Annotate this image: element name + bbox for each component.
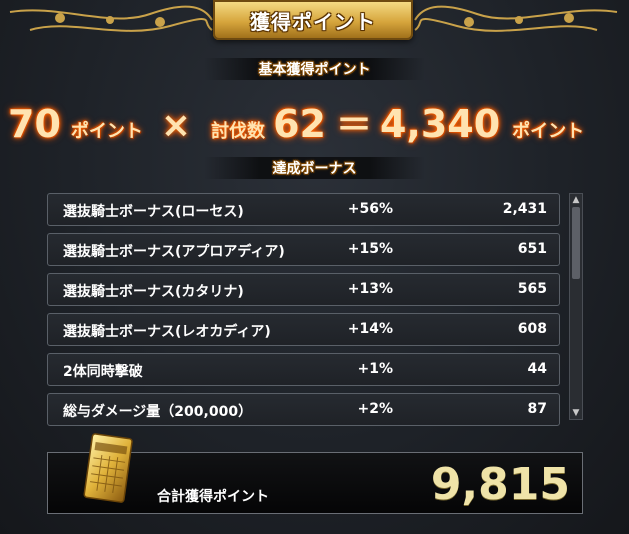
bonus-percent: +15% bbox=[347, 241, 393, 257]
total-points-label: 合計獲得ポイント bbox=[157, 489, 269, 505]
multiply-sign: × bbox=[160, 105, 192, 146]
kills-count: 62 bbox=[273, 102, 326, 146]
equals-sign: ＝ bbox=[335, 105, 372, 146]
bonus-scrollbar[interactable]: ▲ ▼ bbox=[569, 193, 583, 420]
points-formula: 70 ポイント × 討伐数 62 ＝ 4,340 ポイント bbox=[8, 96, 623, 146]
points-unit: ポイント bbox=[70, 121, 143, 142]
bonus-value: 651 bbox=[517, 241, 547, 257]
total-points-value: 9,815 bbox=[430, 459, 570, 510]
bonus-row: 選抜騎士ボーナス(アプロアディア) +15% 651 bbox=[47, 233, 560, 266]
bonus-value: 2,431 bbox=[502, 201, 547, 217]
bonus-label: 選抜騎士ボーナス(アプロアディア) bbox=[63, 244, 285, 260]
bonus-percent: +14% bbox=[347, 321, 393, 337]
bonus-value: 87 bbox=[527, 401, 547, 417]
bonus-row: 選抜騎士ボーナス(カタリナ) +13% 565 bbox=[47, 273, 560, 306]
bonus-label: 選抜騎士ボーナス(カタリナ) bbox=[63, 284, 244, 300]
bonus-list[interactable]: 選抜騎士ボーナス(ローセス) +56% 2,431 選抜騎士ボーナス(アプロアデ… bbox=[47, 193, 560, 433]
gold-point-card-icon bbox=[83, 433, 133, 503]
bonus-value: 44 bbox=[527, 361, 547, 377]
bonus-percent: +2% bbox=[357, 401, 394, 417]
bonus-label: 総与ダメージ量（200,000） bbox=[63, 404, 253, 420]
title-banner: 獲得ポイント bbox=[213, 0, 413, 40]
scroll-thumb[interactable] bbox=[572, 207, 580, 279]
bonus-heading-text: 達成ボーナス bbox=[272, 161, 357, 177]
bonus-percent: +1% bbox=[357, 361, 394, 377]
bonus-heading: 達成ボーナス bbox=[204, 157, 425, 179]
bonus-row: 総与ダメージ量（200,000） +2% 87 bbox=[47, 393, 560, 426]
bonus-label: 選抜騎士ボーナス(レオカディア) bbox=[63, 324, 271, 340]
result-points: 4,340 bbox=[379, 102, 501, 146]
bonus-value: 565 bbox=[517, 281, 547, 297]
triangle-up-icon[interactable]: ▲ bbox=[570, 194, 582, 206]
bonus-row: 選抜騎士ボーナス(ローセス) +56% 2,431 bbox=[47, 193, 560, 226]
bonus-label: 2体同時撃破 bbox=[63, 364, 143, 380]
bonus-label: 選抜騎士ボーナス(ローセス) bbox=[63, 204, 244, 220]
result-unit: ポイント bbox=[512, 121, 585, 142]
bonus-percent: +56% bbox=[347, 201, 393, 217]
bonus-value: 608 bbox=[517, 321, 547, 337]
bonus-row: 選抜騎士ボーナス(レオカディア) +14% 608 bbox=[47, 313, 560, 346]
base-points: 70 bbox=[8, 102, 61, 146]
basic-points-heading: 基本獲得ポイント bbox=[204, 58, 425, 80]
kills-label: 討伐数 bbox=[211, 121, 266, 142]
page-title: 獲得ポイント bbox=[250, 9, 376, 34]
bonus-percent: +13% bbox=[347, 281, 393, 297]
bonus-row: 2体同時撃破 +1% 44 bbox=[47, 353, 560, 386]
basic-points-heading-text: 基本獲得ポイント bbox=[258, 62, 371, 78]
triangle-down-icon[interactable]: ▼ bbox=[570, 407, 582, 419]
